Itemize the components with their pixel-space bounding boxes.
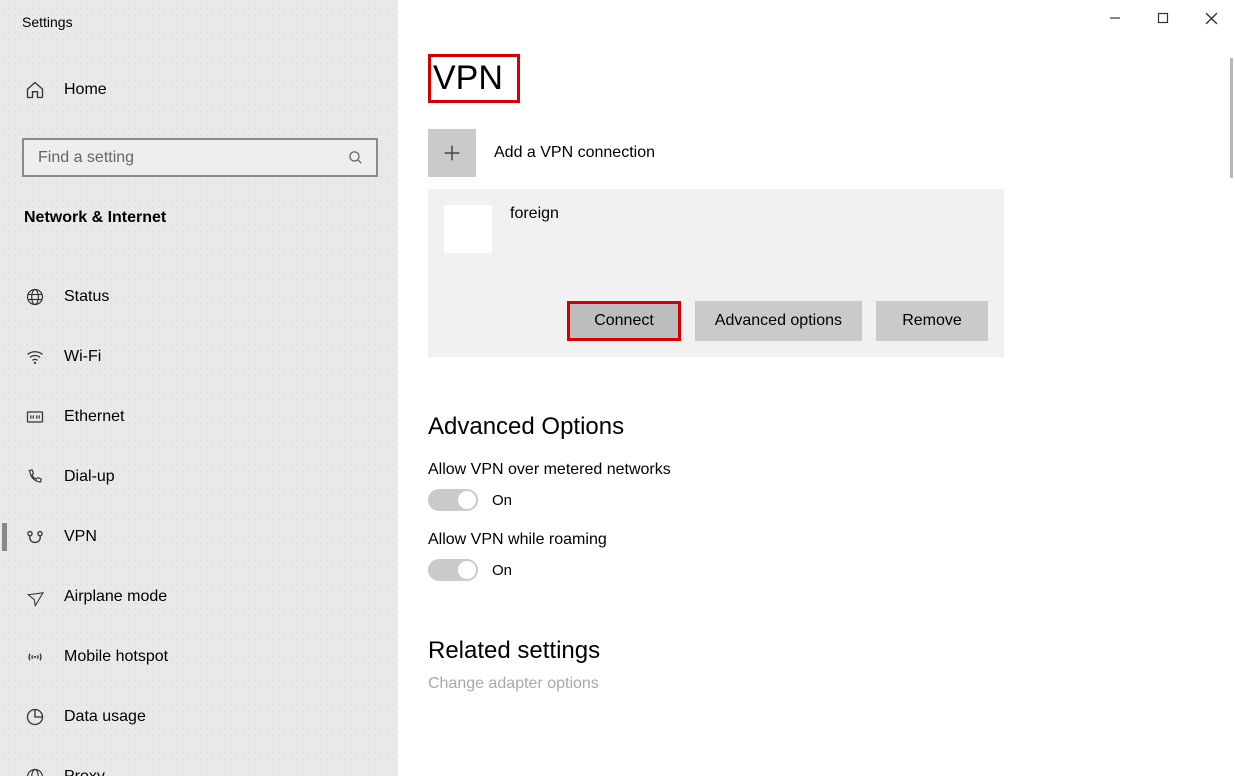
toggle-roaming[interactable]: [428, 559, 478, 581]
add-vpn-button[interactable]: Add a VPN connection: [428, 129, 1205, 177]
globe-icon: [24, 286, 46, 308]
option-roaming-label: Allow VPN while roaming: [428, 531, 1205, 549]
data-usage-icon: [24, 706, 46, 728]
search-icon: [347, 149, 364, 166]
phone-icon: [24, 466, 46, 488]
sidebar-item-label: Status: [64, 288, 109, 306]
proxy-icon: [24, 766, 46, 776]
sidebar-item-label: Mobile hotspot: [64, 648, 168, 666]
sidebar-item-wifi[interactable]: Wi-Fi: [22, 335, 376, 379]
sidebar-item-vpn[interactable]: VPN: [22, 515, 376, 559]
advanced-section-title: Advanced Options: [428, 413, 1205, 441]
sidebar-item-airplane[interactable]: Airplane mode: [22, 575, 376, 619]
toggle-metered[interactable]: [428, 489, 478, 511]
sidebar-item-label: Airplane mode: [64, 588, 167, 606]
sidebar-item-label: Ethernet: [64, 408, 124, 426]
ethernet-icon: [24, 406, 46, 428]
app-title: Settings: [0, 0, 398, 40]
category-label: Network & Internet: [22, 209, 376, 227]
remove-button[interactable]: Remove: [876, 301, 988, 341]
vpn-entry-icon: [444, 205, 492, 253]
vpn-entry-name: foreign: [510, 205, 559, 223]
sidebar-item-ethernet[interactable]: Ethernet: [22, 395, 376, 439]
sidebar-item-home[interactable]: Home: [22, 68, 376, 112]
search-input[interactable]: [22, 138, 378, 177]
home-icon: [24, 79, 46, 101]
wifi-icon: [24, 346, 46, 368]
sidebar-item-label: Wi-Fi: [64, 348, 101, 366]
main-area: VPN Add a VPN connection foreign Connect…: [398, 0, 1235, 776]
sidebar-item-label: Data usage: [64, 708, 146, 726]
sidebar-item-proxy[interactable]: Proxy: [22, 755, 376, 776]
change-adapter-link[interactable]: Change adapter options: [428, 675, 1205, 693]
sidebar-item-datausage[interactable]: Data usage: [22, 695, 376, 739]
sidebar-item-hotspot[interactable]: Mobile hotspot: [22, 635, 376, 679]
option-metered-label: Allow VPN over metered networks: [428, 461, 1205, 479]
add-vpn-label: Add a VPN connection: [494, 144, 655, 162]
hotspot-icon: [24, 646, 46, 668]
plus-icon: [428, 129, 476, 177]
sidebar-item-label: VPN: [64, 528, 97, 546]
connect-button[interactable]: Connect: [567, 301, 681, 341]
related-section-title: Related settings: [428, 637, 1205, 665]
airplane-icon: [24, 586, 46, 608]
sidebar-item-label: Proxy: [64, 768, 105, 776]
sidebar-item-label: Home: [64, 81, 107, 99]
sidebar-item-label: Dial-up: [64, 468, 115, 486]
sidebar-item-status[interactable]: Status: [22, 275, 376, 319]
vpn-entry[interactable]: foreign Connect Advanced options Remove: [428, 189, 1004, 357]
vpn-icon: [24, 526, 46, 548]
sidebar: Settings Home: [0, 0, 398, 776]
sidebar-item-dialup[interactable]: Dial-up: [22, 455, 376, 499]
advanced-options-button[interactable]: Advanced options: [695, 301, 862, 341]
search-field[interactable]: [36, 148, 331, 168]
toggle-roaming-state: On: [492, 562, 512, 579]
page-title: VPN: [428, 54, 520, 103]
toggle-metered-state: On: [492, 492, 512, 509]
nav-list: Status Wi-Fi: [22, 275, 376, 776]
